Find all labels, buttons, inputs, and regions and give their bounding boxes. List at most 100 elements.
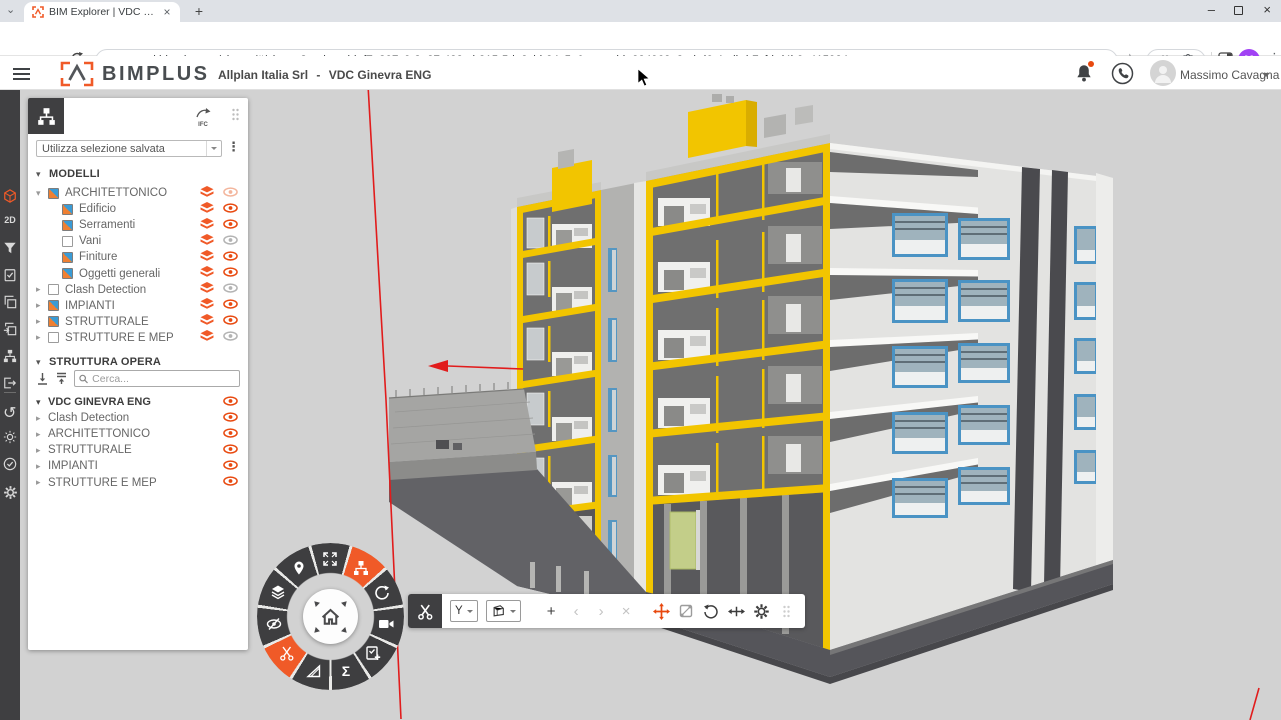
tab-close-icon[interactable]: × (160, 5, 174, 19)
tree-row[interactable]: Oggetti generali (36, 265, 240, 281)
hide-object-icon[interactable] (266, 616, 282, 632)
visibility-eye-icon[interactable] (223, 299, 240, 312)
tree-row[interactable]: ▸IMPIANTI (36, 458, 240, 474)
notifications-bell-icon[interactable] (1075, 63, 1093, 88)
tasks-icon[interactable] (3, 268, 17, 282)
expander-icon[interactable]: ▾ (36, 397, 48, 408)
model-checkbox[interactable] (48, 284, 59, 295)
tree-row[interactable]: ▸ARCHITETTONICO (36, 426, 240, 442)
ifc-export-button[interactable]: IFC (192, 106, 214, 128)
visibility-eye-icon[interactable] (223, 219, 240, 232)
tree-row[interactable]: ▸IMPIANTI (36, 298, 240, 314)
expander-icon[interactable]: ▸ (36, 413, 48, 424)
model-checkbox[interactable] (62, 252, 73, 263)
tree-row[interactable]: ▸STRUTTURE E MEP (36, 474, 240, 490)
model-checkbox[interactable] (48, 188, 59, 199)
clip-axis-dropdown[interactable]: Y (450, 600, 478, 622)
tree-row[interactable]: ▸STRUTTURALE (36, 314, 240, 330)
wheel-home-hub[interactable] (303, 589, 358, 644)
model-3d-icon[interactable] (3, 189, 17, 203)
model-stack-icon[interactable] (200, 282, 214, 297)
fullscreen-icon[interactable] (322, 551, 338, 567)
user-menu-caret-icon[interactable] (1262, 73, 1270, 81)
expander-icon[interactable]: ▸ (36, 461, 48, 472)
visibility-eye-icon[interactable] (223, 396, 240, 409)
add-clip-plane-button[interactable]: + (539, 598, 564, 624)
model-stack-icon[interactable] (200, 266, 214, 281)
tree-row[interactable]: Edificio (36, 201, 240, 217)
expander-icon[interactable]: ▸ (36, 429, 48, 440)
new-tab-button[interactable]: + (190, 3, 208, 19)
wheel-structure-icon[interactable] (353, 560, 369, 576)
collapse-all-icon[interactable] (55, 372, 70, 386)
section-caret-icon[interactable]: ▾ (36, 169, 49, 180)
rotate-view-icon[interactable] (374, 584, 390, 600)
model-stack-icon[interactable] (200, 330, 214, 345)
structure-section-header[interactable]: ▾ STRUTTURA OPERA (36, 356, 240, 368)
home-icon[interactable] (319, 605, 342, 628)
expander-icon[interactable]: ▸ (36, 445, 48, 456)
delete-clip-button[interactable]: × (614, 598, 639, 624)
expand-all-icon[interactable] (36, 372, 51, 386)
task-add-icon[interactable] (365, 645, 381, 661)
search-input-wrap[interactable] (74, 370, 240, 387)
model-checkbox[interactable] (62, 204, 73, 215)
history-undo-icon[interactable] (3, 400, 17, 414)
measure-icon[interactable] (306, 663, 322, 679)
prev-clip-button[interactable]: ‹ (564, 598, 589, 624)
tree-row[interactable]: ▸Clash Detection (36, 410, 240, 426)
expander-icon[interactable]: ▸ (36, 477, 48, 488)
tree-row[interactable]: ▸STRUTTURE E MEP (36, 330, 240, 346)
approve-icon[interactable] (3, 457, 17, 471)
locate-pin-icon[interactable] (291, 560, 307, 576)
expander-icon[interactable]: ▾ (36, 188, 48, 199)
support-phone-icon[interactable] (1111, 62, 1134, 90)
visibility-eye-icon[interactable] (223, 267, 240, 280)
tree-row[interactable]: ▾VDC GINEVRA ENG (36, 394, 240, 410)
expander-icon[interactable]: ▸ (36, 332, 48, 343)
offset-clip-button[interactable] (724, 598, 749, 624)
toolbar-drag-handle[interactable] (774, 598, 799, 624)
visibility-eye-icon[interactable] (223, 412, 240, 425)
model-checkbox[interactable] (62, 220, 73, 231)
model-stack-icon[interactable] (200, 218, 214, 233)
panel-drag-handle[interactable] (231, 108, 240, 126)
rotate-clip-button[interactable] (699, 598, 724, 624)
tree-row[interactable]: ▾ARCHITETTONICO (36, 185, 240, 201)
tree-row[interactable]: Finiture (36, 249, 240, 265)
search-input[interactable] (92, 373, 235, 385)
wheel-clip-icon[interactable] (279, 645, 295, 661)
hamburger-menu-icon[interactable] (13, 65, 30, 83)
model-stack-icon[interactable] (200, 298, 214, 313)
structure-icon[interactable] (3, 349, 17, 363)
model-checkbox[interactable] (62, 268, 73, 279)
model-stack-icon[interactable] (200, 234, 214, 249)
clip-tool-button[interactable] (408, 594, 442, 628)
visibility-eye-icon[interactable] (223, 315, 240, 328)
expander-icon[interactable]: ▸ (36, 284, 48, 295)
view-2d-icon[interactable]: 2D (3, 215, 17, 229)
model-checkbox[interactable] (62, 236, 73, 247)
window-close-button[interactable]: × (1263, 2, 1271, 17)
visibility-eye-icon[interactable] (223, 331, 240, 344)
layers-icon[interactable] (270, 584, 286, 600)
copy-icon[interactable] (3, 295, 17, 309)
merge-structure-icon[interactable] (3, 376, 17, 390)
sum-icon[interactable]: Σ (338, 663, 354, 679)
settings-gear-icon[interactable] (3, 485, 17, 499)
model-checkbox[interactable] (48, 316, 59, 327)
tree-row[interactable]: Vani (36, 233, 240, 249)
visibility-eye-icon[interactable] (223, 460, 240, 473)
camera-icon[interactable] (378, 616, 394, 632)
visibility-eye-icon[interactable] (223, 444, 240, 457)
visibility-eye-icon[interactable] (223, 187, 240, 200)
paste-objects-icon[interactable] (3, 322, 17, 336)
window-maximize-button[interactable] (1234, 6, 1243, 15)
model-stack-icon[interactable] (200, 202, 214, 217)
model-stack-icon[interactable] (200, 250, 214, 265)
visibility-eye-icon[interactable] (223, 235, 240, 248)
next-clip-button[interactable]: › (589, 598, 614, 624)
section-caret-icon[interactable]: ▾ (36, 357, 49, 368)
model-checkbox[interactable] (48, 332, 59, 343)
window-minimize-button[interactable]: – (1208, 2, 1215, 17)
